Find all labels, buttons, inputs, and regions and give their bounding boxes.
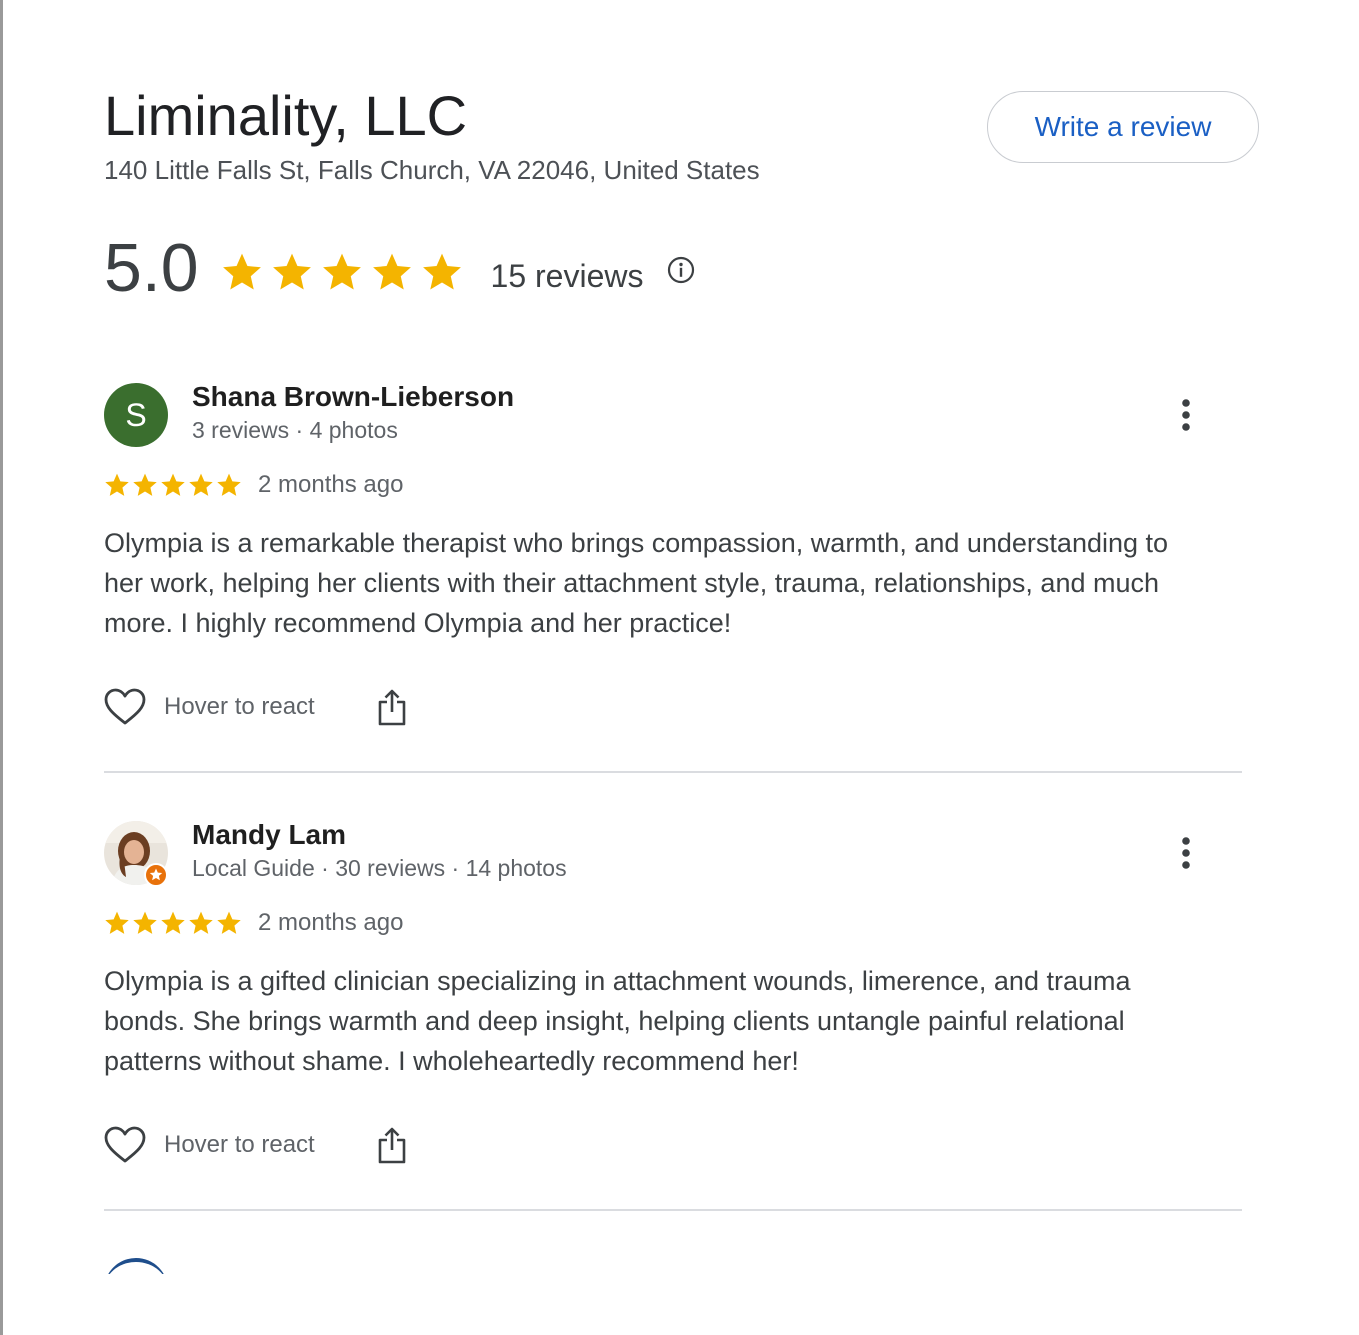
review-actions: Hover to react bbox=[104, 685, 407, 729]
star-icon bbox=[133, 911, 157, 934]
review-date: 2 months ago bbox=[258, 909, 404, 936]
star-icon bbox=[322, 253, 361, 290]
review-divider bbox=[104, 1209, 1242, 1211]
review-stars bbox=[104, 910, 242, 936]
review-date: 2 months ago bbox=[258, 471, 404, 498]
heart-icon bbox=[104, 1126, 146, 1163]
average-rating: 5.0 bbox=[104, 230, 199, 306]
next-review-avatar bbox=[104, 1258, 168, 1274]
avatar[interactable]: S bbox=[104, 383, 168, 447]
react-label: Hover to react bbox=[164, 1131, 315, 1158]
reviews-panel: Liminality, LLC 140 Little Falls St, Fal… bbox=[0, 0, 1359, 1335]
avatar[interactable] bbox=[104, 821, 168, 887]
local-guide-badge-icon bbox=[144, 863, 168, 887]
share-button[interactable] bbox=[377, 688, 407, 726]
review-rating: 2 months ago bbox=[104, 909, 403, 937]
star-icon bbox=[161, 473, 185, 496]
review-text: Olympia is a gifted clinician specializi… bbox=[104, 966, 1131, 1076]
star-icon bbox=[189, 911, 213, 934]
review-count: 15 reviews bbox=[490, 257, 644, 294]
star-icon bbox=[105, 473, 129, 496]
share-button[interactable] bbox=[377, 1126, 407, 1164]
review-rating: 2 months ago bbox=[104, 471, 403, 499]
star-icon bbox=[222, 253, 261, 290]
star-icon bbox=[372, 253, 411, 290]
react-button[interactable]: Hover to react bbox=[104, 688, 315, 726]
star-icon bbox=[161, 911, 185, 934]
star-icon bbox=[217, 911, 241, 934]
star-icon bbox=[105, 911, 129, 934]
more-options-button[interactable] bbox=[1172, 831, 1200, 875]
review-divider bbox=[104, 771, 1242, 773]
share-icon bbox=[378, 1127, 406, 1164]
reviewer-meta: Local Guide · 30 reviews · 14 photos bbox=[192, 855, 567, 881]
business-address: 140 Little Falls St, Falls Church, VA 22… bbox=[104, 155, 760, 185]
more-options-button[interactable] bbox=[1172, 393, 1200, 437]
star-icon bbox=[133, 473, 157, 496]
star-icon bbox=[272, 253, 311, 290]
star-icon bbox=[189, 473, 213, 496]
react-label: Hover to react bbox=[164, 693, 315, 720]
review-stars bbox=[104, 472, 242, 498]
star-icon bbox=[217, 473, 241, 496]
reviewer-name[interactable]: Shana Brown-Lieberson bbox=[192, 380, 514, 414]
react-button[interactable]: Hover to react bbox=[104, 1126, 315, 1164]
review-actions: Hover to react bbox=[104, 1123, 407, 1167]
write-review-button[interactable]: Write a review bbox=[987, 91, 1259, 163]
reviewer-name[interactable]: Mandy Lam bbox=[192, 818, 346, 852]
share-icon bbox=[378, 689, 406, 726]
avatar-initial: S bbox=[104, 383, 168, 447]
review-text: Olympia is a remarkable therapist who br… bbox=[104, 528, 1169, 638]
info-icon[interactable] bbox=[667, 256, 695, 284]
business-name: Liminality, LLC bbox=[104, 84, 468, 147]
more-vert-icon bbox=[1182, 837, 1190, 869]
star-icon bbox=[422, 253, 461, 290]
more-vert-icon bbox=[1182, 399, 1190, 431]
rating-summary: 5.0 15 reviews bbox=[104, 226, 695, 310]
heart-icon bbox=[104, 688, 146, 725]
reviewer-meta: 3 reviews · 4 photos bbox=[192, 417, 398, 443]
average-rating-stars bbox=[221, 251, 463, 293]
